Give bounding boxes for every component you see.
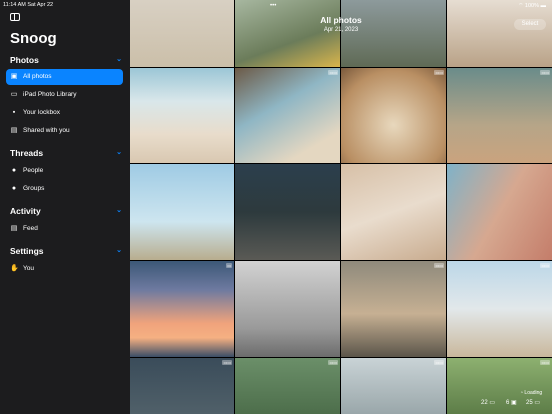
media-badge: ▭ (226, 263, 232, 268)
more-dots-icon[interactable]: ••• (270, 3, 276, 9)
photo-tile[interactable]: ▭▭ (341, 261, 446, 357)
media-badge: ▭▭ (328, 70, 338, 75)
sidebar-item-lockbox[interactable]: ▪ Your lockbox (6, 105, 123, 121)
group-icon: ● (11, 185, 17, 192)
section-settings[interactable]: Settings ⌄ (10, 246, 122, 256)
media-badge: ▭▭ (222, 360, 232, 365)
count-other: 25 ▭ (526, 400, 541, 406)
sidebar-item-shared[interactable]: ▤ Shared with you (6, 123, 123, 139)
photo-icon: ▣ (10, 73, 18, 80)
hand-icon: ✋ (10, 265, 19, 272)
media-badge: ▭▭ (434, 70, 444, 75)
photo-tile[interactable]: ▭▭ (130, 358, 234, 414)
page-date: Apr 21, 2023 (323, 27, 359, 33)
shared-icon: ▤ (10, 127, 18, 134)
count-photos: 22 ▭ (481, 400, 496, 406)
section-threads[interactable]: Threads ⌄ (10, 148, 122, 158)
photo-grid: ▭▭ ▭▭ ▭▭ ▭ ▭▭ ▭▭ ▭▭ ▭▭ ▭▭ ▭▭ (130, 0, 552, 414)
photo-tile[interactable] (130, 68, 234, 163)
sidebar-item-people[interactable]: ● People (6, 163, 123, 179)
media-badge: ▭▭ (540, 360, 550, 365)
sidebar-item-you[interactable]: ✋ You (6, 261, 123, 277)
count-videos: 6 ▣ (506, 400, 517, 406)
app-title: Snoog (10, 30, 57, 47)
video-count-icon: ▣ (511, 400, 517, 406)
photo-tile[interactable] (235, 0, 340, 67)
photo-tile[interactable] (447, 0, 552, 67)
section-activity[interactable]: Activity ⌄ (10, 206, 122, 216)
person-icon: ● (11, 167, 17, 174)
photo-tile[interactable]: ▭▭ (341, 68, 446, 163)
media-badge: ▭▭ (434, 360, 444, 365)
sidebar-item-ipad-library[interactable]: ▭ iPad Photo Library (6, 87, 123, 103)
page-title: All photos (320, 15, 362, 25)
tablet-icon: ▭ (10, 91, 18, 98)
photo-tile[interactable] (447, 164, 552, 260)
sidebar-item-groups[interactable]: ● Groups (6, 181, 123, 197)
media-badge: ▭▭ (540, 263, 550, 268)
photo-tile[interactable]: ▭▭ (235, 68, 340, 163)
chevron-down-icon: ⌄ (116, 207, 122, 214)
photo-tile[interactable] (130, 164, 234, 260)
chevron-down-icon: ⌄ (116, 149, 122, 156)
status-time: 11:14 AM Sat Apr 22 (3, 2, 54, 8)
select-button[interactable]: Select (514, 19, 546, 30)
photo-tile[interactable] (341, 0, 446, 67)
photo-tile[interactable]: ▭▭ (341, 358, 446, 414)
photo-tile[interactable] (235, 164, 340, 260)
sidebar-item-feed[interactable]: ▤ Feed (6, 221, 123, 237)
feed-icon: ▤ (10, 225, 18, 232)
photo-count-icon: ▭ (489, 400, 496, 406)
sidebar-toggle-icon[interactable] (10, 13, 20, 21)
photo-tile[interactable] (130, 0, 234, 67)
photo-tile[interactable]: ▭▭ (447, 68, 552, 163)
lock-icon: ▪ (12, 109, 16, 116)
sidebar: 11:14 AM Sat Apr 22 Snoog Photos ⌄ ▣ All p… (0, 0, 130, 414)
photo-tile[interactable]: ▭▭ (447, 261, 552, 357)
other-count-icon: ▭ (534, 400, 541, 406)
chevron-down-icon: ⌄ (116, 56, 122, 63)
loading-indicator: ◔ Loading (520, 390, 543, 396)
photo-tile[interactable]: ▭ (130, 261, 234, 357)
sidebar-item-all-photos[interactable]: ▣ All photos (6, 69, 123, 85)
status-battery: ⌔ 100% ▬ (518, 3, 546, 9)
photo-tile[interactable] (341, 164, 446, 260)
media-badge: ▭▭ (540, 70, 550, 75)
photo-tile[interactable]: ▭▭ (235, 358, 340, 414)
section-photos[interactable]: Photos ⌄ (10, 55, 122, 65)
chevron-down-icon: ⌄ (116, 247, 122, 254)
photo-tile[interactable] (235, 261, 340, 357)
media-badge: ▭▭ (328, 360, 338, 365)
media-badge: ▭▭ (434, 263, 444, 268)
